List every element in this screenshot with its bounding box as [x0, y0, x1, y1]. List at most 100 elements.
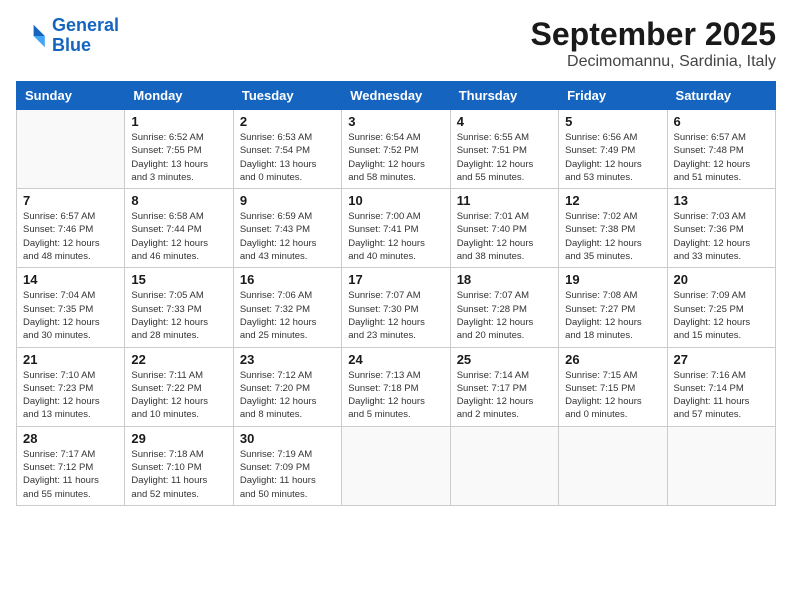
calendar-cell: 30 Sunrise: 7:19 AM Sunset: 7:09 PM Dayli… — [233, 426, 341, 505]
cell-info: Sunrise: 6:59 AM Sunset: 7:43 PM Dayligh… — [240, 210, 335, 263]
calendar-week-row: 14 Sunrise: 7:04 AM Sunset: 7:35 PM Dayli… — [17, 268, 776, 347]
cell-info: Sunrise: 6:52 AM Sunset: 7:55 PM Dayligh… — [131, 131, 226, 184]
cell-info: Sunrise: 7:19 AM Sunset: 7:09 PM Dayligh… — [240, 448, 335, 501]
day-number: 2 — [240, 114, 335, 129]
page-header: General Blue September 2025 Decimomannu,… — [16, 16, 776, 71]
title-block: September 2025 Decimomannu, Sardinia, It… — [531, 16, 776, 71]
cell-info: Sunrise: 7:17 AM Sunset: 7:12 PM Dayligh… — [23, 448, 118, 501]
calendar-week-row: 7 Sunrise: 6:57 AM Sunset: 7:46 PM Daylig… — [17, 189, 776, 268]
calendar-cell: 20 Sunrise: 7:09 AM Sunset: 7:25 PM Dayli… — [667, 268, 775, 347]
weekday-header: Saturday — [667, 82, 775, 110]
logo-icon — [16, 20, 48, 52]
calendar-cell: 19 Sunrise: 7:08 AM Sunset: 7:27 PM Dayli… — [559, 268, 667, 347]
cell-info: Sunrise: 6:54 AM Sunset: 7:52 PM Dayligh… — [348, 131, 443, 184]
cell-info: Sunrise: 7:05 AM Sunset: 7:33 PM Dayligh… — [131, 289, 226, 342]
calendar-cell: 21 Sunrise: 7:10 AM Sunset: 7:23 PM Dayli… — [17, 347, 125, 426]
day-number: 3 — [348, 114, 443, 129]
calendar-cell: 7 Sunrise: 6:57 AM Sunset: 7:46 PM Daylig… — [17, 189, 125, 268]
cell-info: Sunrise: 7:06 AM Sunset: 7:32 PM Dayligh… — [240, 289, 335, 342]
day-number: 28 — [23, 431, 118, 446]
day-number: 26 — [565, 352, 660, 367]
day-number: 30 — [240, 431, 335, 446]
day-number: 29 — [131, 431, 226, 446]
cell-info: Sunrise: 7:02 AM Sunset: 7:38 PM Dayligh… — [565, 210, 660, 263]
cell-info: Sunrise: 7:04 AM Sunset: 7:35 PM Dayligh… — [23, 289, 118, 342]
cell-info: Sunrise: 7:18 AM Sunset: 7:10 PM Dayligh… — [131, 448, 226, 501]
month-title: September 2025 — [531, 16, 776, 53]
day-number: 21 — [23, 352, 118, 367]
weekday-header-row: SundayMondayTuesdayWednesdayThursdayFrid… — [17, 82, 776, 110]
weekday-header: Thursday — [450, 82, 558, 110]
cell-info: Sunrise: 7:07 AM Sunset: 7:30 PM Dayligh… — [348, 289, 443, 342]
cell-info: Sunrise: 6:55 AM Sunset: 7:51 PM Dayligh… — [457, 131, 552, 184]
cell-info: Sunrise: 7:16 AM Sunset: 7:14 PM Dayligh… — [674, 369, 769, 422]
calendar-cell: 13Sunrise: 7:03 AM Sunset: 7:36 PM Dayli… — [667, 189, 775, 268]
day-number: 20 — [674, 272, 769, 287]
day-number: 15 — [131, 272, 226, 287]
day-number: 9 — [240, 193, 335, 208]
calendar-cell: 11 Sunrise: 7:01 AM Sunset: 7:40 PM Dayli… — [450, 189, 558, 268]
weekday-header: Tuesday — [233, 82, 341, 110]
calendar-cell: 4 Sunrise: 6:55 AM Sunset: 7:51 PM Daylig… — [450, 110, 558, 189]
cell-info: Sunrise: 7:10 AM Sunset: 7:23 PM Dayligh… — [23, 369, 118, 422]
calendar-cell: 22 Sunrise: 7:11 AM Sunset: 7:22 PM Dayli… — [125, 347, 233, 426]
calendar-cell: 8 Sunrise: 6:58 AM Sunset: 7:44 PM Daylig… — [125, 189, 233, 268]
cell-info: Sunrise: 7:08 AM Sunset: 7:27 PM Dayligh… — [565, 289, 660, 342]
day-number: 5 — [565, 114, 660, 129]
cell-info: Sunrise: 7:11 AM Sunset: 7:22 PM Dayligh… — [131, 369, 226, 422]
cell-info: Sunrise: 7:07 AM Sunset: 7:28 PM Dayligh… — [457, 289, 552, 342]
day-number: 24 — [348, 352, 443, 367]
calendar-cell — [342, 426, 450, 505]
day-number: 19 — [565, 272, 660, 287]
weekday-header: Friday — [559, 82, 667, 110]
calendar-cell: 1Sunrise: 6:52 AM Sunset: 7:55 PM Daylig… — [125, 110, 233, 189]
cell-info: Sunrise: 6:57 AM Sunset: 7:48 PM Dayligh… — [674, 131, 769, 184]
calendar-cell — [559, 426, 667, 505]
weekday-header: Wednesday — [342, 82, 450, 110]
cell-info: Sunrise: 6:56 AM Sunset: 7:49 PM Dayligh… — [565, 131, 660, 184]
cell-info: Sunrise: 7:13 AM Sunset: 7:18 PM Dayligh… — [348, 369, 443, 422]
logo: General Blue — [16, 16, 119, 56]
calendar-cell: 12 Sunrise: 7:02 AM Sunset: 7:38 PM Dayli… — [559, 189, 667, 268]
cell-info: Sunrise: 7:00 AM Sunset: 7:41 PM Dayligh… — [348, 210, 443, 263]
day-number: 7 — [23, 193, 118, 208]
calendar-cell — [667, 426, 775, 505]
calendar-week-row: 21 Sunrise: 7:10 AM Sunset: 7:23 PM Dayli… — [17, 347, 776, 426]
calendar-cell: 28 Sunrise: 7:17 AM Sunset: 7:12 PM Dayli… — [17, 426, 125, 505]
day-number: 18 — [457, 272, 552, 287]
calendar-cell: 14 Sunrise: 7:04 AM Sunset: 7:35 PM Dayli… — [17, 268, 125, 347]
cell-info: Sunrise: 7:01 AM Sunset: 7:40 PM Dayligh… — [457, 210, 552, 263]
cell-info: Sunrise: 7:09 AM Sunset: 7:25 PM Dayligh… — [674, 289, 769, 342]
day-number: 17 — [348, 272, 443, 287]
day-number: 11 — [457, 193, 552, 208]
day-number: 22 — [131, 352, 226, 367]
calendar-cell: 25Sunrise: 7:14 AM Sunset: 7:17 PM Dayli… — [450, 347, 558, 426]
cell-info: Sunrise: 7:03 AM Sunset: 7:36 PM Dayligh… — [674, 210, 769, 263]
calendar-cell: 15 Sunrise: 7:05 AM Sunset: 7:33 PM Dayli… — [125, 268, 233, 347]
calendar-cell: 23 Sunrise: 7:12 AM Sunset: 7:20 PM Dayli… — [233, 347, 341, 426]
calendar: SundayMondayTuesdayWednesdayThursdayFrid… — [16, 81, 776, 506]
cell-info: Sunrise: 6:58 AM Sunset: 7:44 PM Dayligh… — [131, 210, 226, 263]
logo-text: General Blue — [52, 16, 119, 56]
weekday-header: Monday — [125, 82, 233, 110]
calendar-cell: 27 Sunrise: 7:16 AM Sunset: 7:14 PM Dayli… — [667, 347, 775, 426]
day-number: 25 — [457, 352, 552, 367]
calendar-cell: 3 Sunrise: 6:54 AM Sunset: 7:52 PM Daylig… — [342, 110, 450, 189]
calendar-cell: 16Sunrise: 7:06 AM Sunset: 7:32 PM Dayli… — [233, 268, 341, 347]
cell-info: Sunrise: 7:12 AM Sunset: 7:20 PM Dayligh… — [240, 369, 335, 422]
calendar-cell — [17, 110, 125, 189]
calendar-week-row: 28 Sunrise: 7:17 AM Sunset: 7:12 PM Dayli… — [17, 426, 776, 505]
day-number: 14 — [23, 272, 118, 287]
day-number: 27 — [674, 352, 769, 367]
day-number: 12 — [565, 193, 660, 208]
weekday-header: Sunday — [17, 82, 125, 110]
cell-info: Sunrise: 6:57 AM Sunset: 7:46 PM Dayligh… — [23, 210, 118, 263]
calendar-cell — [450, 426, 558, 505]
day-number: 4 — [457, 114, 552, 129]
calendar-week-row: 1Sunrise: 6:52 AM Sunset: 7:55 PM Daylig… — [17, 110, 776, 189]
day-number: 23 — [240, 352, 335, 367]
day-number: 8 — [131, 193, 226, 208]
day-number: 6 — [674, 114, 769, 129]
calendar-cell: 26Sunrise: 7:15 AM Sunset: 7:15 PM Dayli… — [559, 347, 667, 426]
calendar-cell: 10Sunrise: 7:00 AM Sunset: 7:41 PM Dayli… — [342, 189, 450, 268]
